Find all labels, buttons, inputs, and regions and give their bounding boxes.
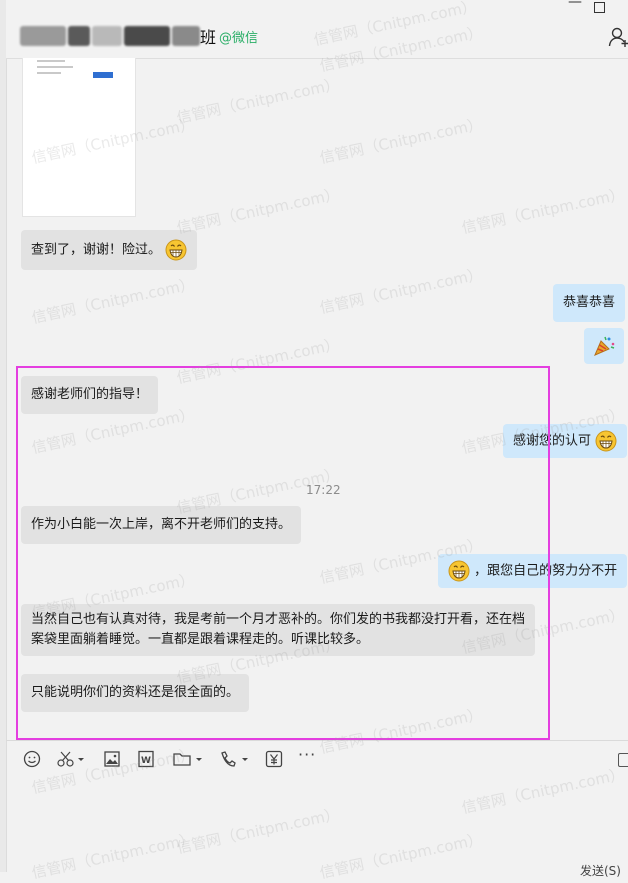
blurred-contact-name <box>172 26 200 46</box>
more-icon[interactable]: ··· <box>298 745 322 764</box>
yen-transfer-icon[interactable] <box>264 750 284 768</box>
message-text: 恭喜恭喜 <box>563 295 616 310</box>
message-input[interactable] <box>6 776 628 872</box>
maximize-button[interactable] <box>594 2 605 13</box>
party-popper-icon <box>594 336 615 356</box>
image-content-button <box>93 72 113 78</box>
phone-icon[interactable] <box>218 750 250 768</box>
wechat-source-tag: @微信 <box>219 31 259 46</box>
chat-history-icon[interactable] <box>618 753 628 767</box>
message-bubble-incoming[interactable]: 查到了，谢谢！险过。 <box>21 230 198 270</box>
image-content-line <box>37 66 73 68</box>
chat-header: 班 @微信 — <box>6 0 628 59</box>
send-button[interactable]: 发送(S) <box>580 862 621 879</box>
add-member-icon[interactable] <box>608 26 628 48</box>
folder-icon[interactable] <box>172 750 204 768</box>
image-content-line <box>37 72 61 74</box>
minimize-button[interactable]: — <box>568 0 582 10</box>
message-bubble-outgoing[interactable] <box>584 328 624 364</box>
blurred-contact-name <box>124 26 170 46</box>
svg-text:W: W <box>141 756 151 766</box>
emoji-icon[interactable] <box>22 750 42 768</box>
message-text: 查到了，谢谢！险过。 <box>31 242 162 258</box>
contact-name-tail: 班 <box>200 28 217 47</box>
highlight-annotation-box <box>16 366 550 740</box>
scissors-icon[interactable] <box>56 750 86 768</box>
image-icon[interactable] <box>102 750 122 768</box>
grin-emoji <box>165 239 187 261</box>
image-content-line <box>37 60 65 62</box>
blurred-contact-name <box>92 26 122 46</box>
input-toolbar: W ··· <box>6 740 628 777</box>
image-message[interactable] <box>22 58 136 217</box>
message-bubble-outgoing[interactable]: 恭喜恭喜 <box>553 284 626 322</box>
grin-emoji <box>595 430 617 452</box>
blurred-contact-name <box>68 26 90 46</box>
word-doc-icon[interactable]: W <box>136 750 156 768</box>
blurred-contact-name <box>20 26 66 46</box>
